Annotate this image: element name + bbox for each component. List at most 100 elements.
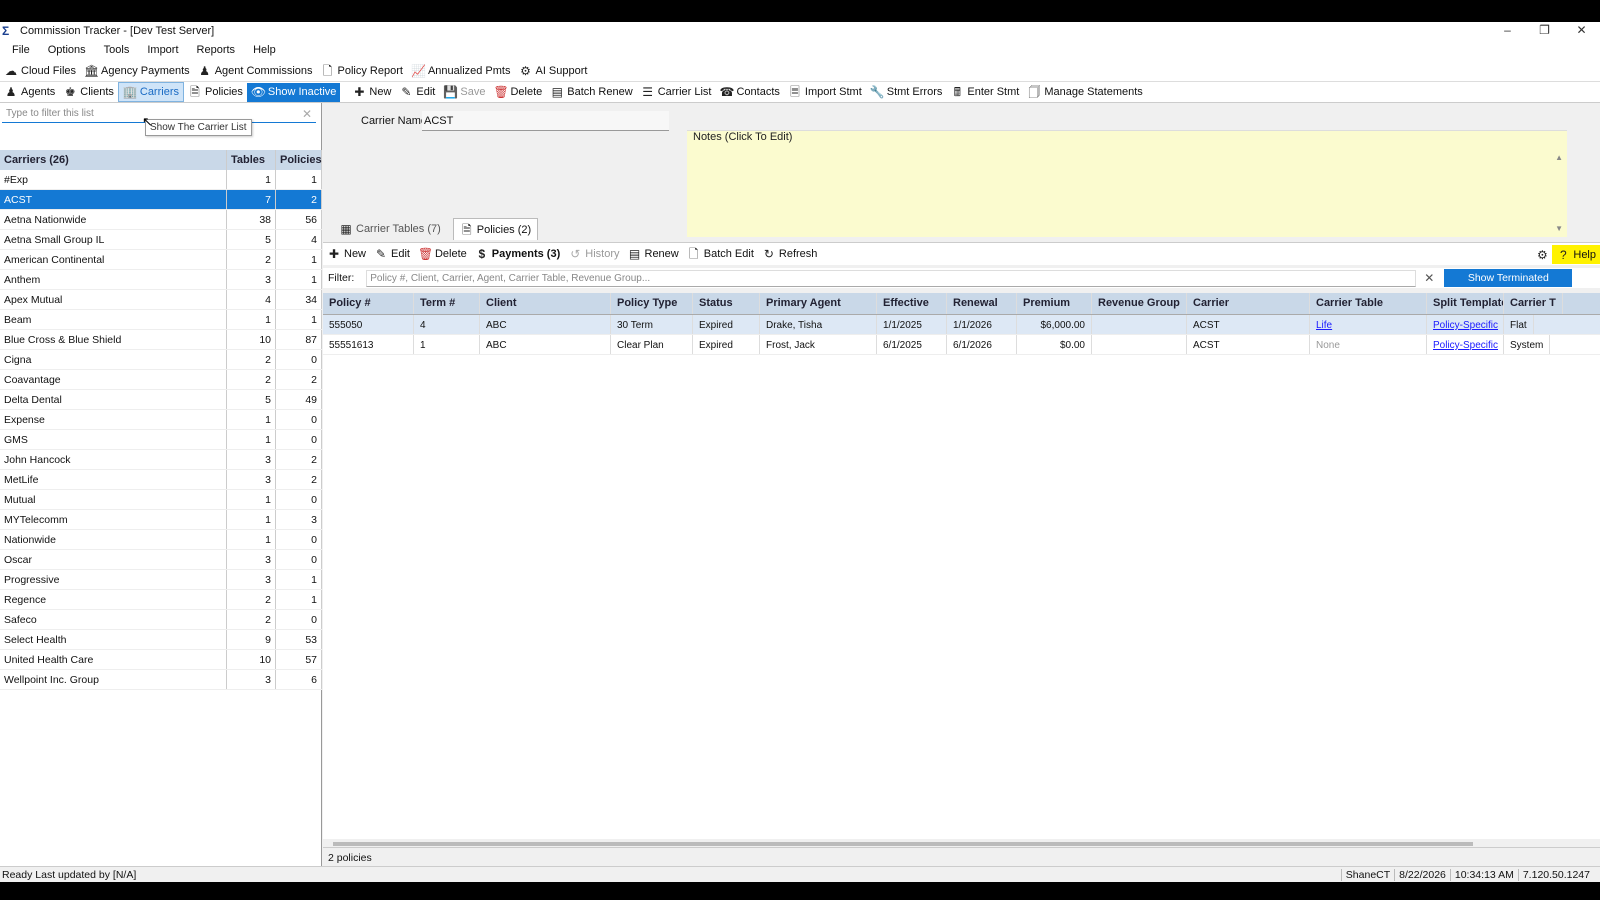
carrier-row[interactable]: Anthem 3 1 xyxy=(0,270,322,290)
contacts-button[interactable]: ☎ Contacts xyxy=(715,82,783,102)
grid-header-cell[interactable]: Revenue Group xyxy=(1092,293,1187,314)
carrier-row[interactable]: Aetna Small Group IL 5 4 xyxy=(0,230,322,250)
carrier-row[interactable]: Beam 1 1 xyxy=(0,310,322,330)
header-tables[interactable]: Tables xyxy=(227,150,276,170)
carrier-list-button[interactable]: ☰ Carrier List xyxy=(637,82,716,102)
menu-import[interactable]: Import xyxy=(135,44,184,56)
grid-cell[interactable]: Policy-Specific xyxy=(1427,315,1504,334)
minimize-button[interactable]: – xyxy=(1489,22,1526,38)
agents-button[interactable]: ♟ Agents xyxy=(0,82,59,102)
import-stmt-button[interactable]: 🗏 Import Stmt xyxy=(784,82,866,102)
help-button[interactable]: ? Help xyxy=(1552,245,1600,264)
carrier-row[interactable]: Expense 1 0 xyxy=(0,410,322,430)
menu-file[interactable]: File xyxy=(0,44,36,56)
restore-button[interactable]: ❐ xyxy=(1526,22,1563,38)
carrier-row[interactable]: Progressive 3 1 xyxy=(0,570,322,590)
carrier-row[interactable]: Mutual 1 0 xyxy=(0,490,322,510)
grid-header-cell[interactable]: Carrier Table xyxy=(1310,293,1427,314)
menu-reports[interactable]: Reports xyxy=(185,44,242,56)
policy-report-button[interactable]: 🗋 Policy Report xyxy=(317,61,407,81)
carrier-row[interactable]: John Hancock 3 2 xyxy=(0,450,322,470)
carrier-row[interactable]: Apex Mutual 4 34 xyxy=(0,290,322,310)
carrier-row[interactable]: GMS 1 0 xyxy=(0,430,322,450)
notes-area[interactable]: ▲ ▼ xyxy=(687,130,1567,237)
carrier-row[interactable]: Cigna 2 0 xyxy=(0,350,322,370)
clear-filter-icon[interactable]: ✕ xyxy=(302,107,312,121)
edit-button[interactable]: ✎ Edit xyxy=(395,82,439,102)
clear-filter-icon[interactable]: ✕ xyxy=(1424,271,1434,285)
tab-policies[interactable]: 🗎 Policies (2) xyxy=(452,218,539,240)
grid-header-cell[interactable]: Split Template xyxy=(1427,293,1504,314)
carrier-row[interactable]: Aetna Nationwide 38 56 xyxy=(0,210,322,230)
carrier-row[interactable]: Regence 2 1 xyxy=(0,590,322,610)
agent-commissions-button[interactable]: ♟ Agent Commissions xyxy=(194,61,317,81)
cloud-files-button[interactable]: ☁ Cloud Files xyxy=(0,61,80,81)
grid-header-cell[interactable]: Premium xyxy=(1017,293,1092,314)
scroll-up-icon[interactable]: ▲ xyxy=(1555,153,1563,162)
scroll-down-icon[interactable]: ▼ xyxy=(1555,224,1563,233)
carrier-row[interactable]: United Health Care 10 57 xyxy=(0,650,322,670)
carrier-row[interactable]: Nationwide 1 0 xyxy=(0,530,322,550)
policies-button[interactable]: 🗎 Policies xyxy=(184,82,247,102)
policy-row[interactable]: 555050 4 ABC 30 Term Expired Drake, Tisha 1/1/… xyxy=(323,315,1600,335)
carrier-row[interactable]: MYTelecomm 1 3 xyxy=(0,510,322,530)
tab-carrier-tables[interactable]: ▦ Carrier Tables (7) xyxy=(333,218,447,240)
grid-header-cell[interactable]: Policy Type xyxy=(611,293,693,314)
menu-options[interactable]: Options xyxy=(36,44,92,56)
carrier-row[interactable]: MetLife 3 2 xyxy=(0,470,322,490)
show-inactive-button[interactable]: 👁 Show Inactive xyxy=(246,82,341,102)
horizontal-scrollbar[interactable] xyxy=(333,842,1473,846)
header-carriers[interactable]: Carriers (26) xyxy=(0,150,227,170)
grid-cell[interactable]: Policy-Specific xyxy=(1427,335,1504,354)
menu-help[interactable]: Help xyxy=(241,44,282,56)
carrier-row[interactable]: Oscar 3 0 xyxy=(0,550,322,570)
show-terminated-button[interactable]: Show Terminated xyxy=(1444,269,1573,287)
carrier-row[interactable]: ACST 7 2 xyxy=(0,190,322,210)
grid-header-cell[interactable]: Carrier T xyxy=(1504,293,1563,314)
gear-icon[interactable]: ⚙ xyxy=(1535,248,1549,262)
renew-button[interactable]: ▤ Renew xyxy=(624,244,683,264)
close-button[interactable]: ✕ xyxy=(1563,22,1600,38)
grid-header-cell[interactable]: Term # xyxy=(414,293,480,314)
save-button[interactable]: 💾 Save xyxy=(439,82,489,102)
manage-statements-button[interactable]: 🗍 Manage Statements xyxy=(1023,82,1146,102)
enter-stmt-button[interactable]: 🖩 Enter Stmt xyxy=(946,82,1023,102)
grid-header-cell[interactable]: Renewal xyxy=(947,293,1017,314)
policy-row[interactable]: 55551613 1 ABC Clear Plan Expired Frost, Jack… xyxy=(323,335,1600,355)
batch-edit-button[interactable]: 🗋 Batch Edit xyxy=(683,244,758,264)
agency-payments-button[interactable]: 🏛 Agency Payments xyxy=(80,61,194,81)
carrier-name-field[interactable]: ACST xyxy=(422,111,669,131)
policy-new-button[interactable]: ✚ New xyxy=(323,244,370,264)
policy-edit-button[interactable]: ✎ Edit xyxy=(370,244,414,264)
annualized-pmts-button[interactable]: 📈 Annualized Pmts xyxy=(407,61,515,81)
payments-button[interactable]: $ Payments (3) xyxy=(471,244,564,264)
carrier-row[interactable]: Blue Cross & Blue Shield 10 87 xyxy=(0,330,322,350)
grid-header-cell[interactable]: Status xyxy=(693,293,760,314)
grid-header-cell[interactable]: Client xyxy=(480,293,611,314)
carrier-row[interactable]: Safeco 2 0 xyxy=(0,610,322,630)
grid-header-cell[interactable]: Effective xyxy=(877,293,947,314)
carriers-button[interactable]: 🏢 Carriers xyxy=(117,82,184,102)
stmt-errors-button[interactable]: 🔧 Stmt Errors xyxy=(866,82,947,102)
policy-filter-input[interactable]: Policy #, Client, Carrier, Agent, Carrie… xyxy=(366,269,1417,287)
batch-renew-button[interactable]: ▤ Batch Renew xyxy=(546,82,636,102)
new-button[interactable]: ✚ New xyxy=(348,82,395,102)
refresh-button[interactable]: ↻ Refresh xyxy=(758,244,822,264)
ai-support-button[interactable]: ⚙ AI Support xyxy=(514,61,591,81)
carrier-row[interactable]: Coavantage 2 2 xyxy=(0,370,322,390)
menu-tools[interactable]: Tools xyxy=(92,44,136,56)
history-button[interactable]: ↺ History xyxy=(564,244,623,264)
delete-button[interactable]: 🗑 Delete xyxy=(489,82,546,102)
carrier-row[interactable]: Delta Dental 5 49 xyxy=(0,390,322,410)
carrier-row[interactable]: Wellpoint Inc. Group 3 6 xyxy=(0,670,322,690)
grid-cell[interactable]: Life xyxy=(1310,315,1427,334)
carrier-row[interactable]: #Exp 1 1 xyxy=(0,170,322,190)
grid-header-cell[interactable]: Carrier xyxy=(1187,293,1310,314)
grid-header-cell[interactable]: Policy # xyxy=(323,293,414,314)
carrier-row[interactable]: Select Health 9 53 xyxy=(0,630,322,650)
policy-delete-button[interactable]: 🗑 Delete xyxy=(414,244,471,264)
clients-button[interactable]: ♚ Clients xyxy=(59,82,118,102)
header-policies[interactable]: Policies xyxy=(276,150,322,170)
carrier-row[interactable]: American Continental 2 1 xyxy=(0,250,322,270)
grid-header-cell[interactable]: Primary Agent xyxy=(760,293,877,314)
